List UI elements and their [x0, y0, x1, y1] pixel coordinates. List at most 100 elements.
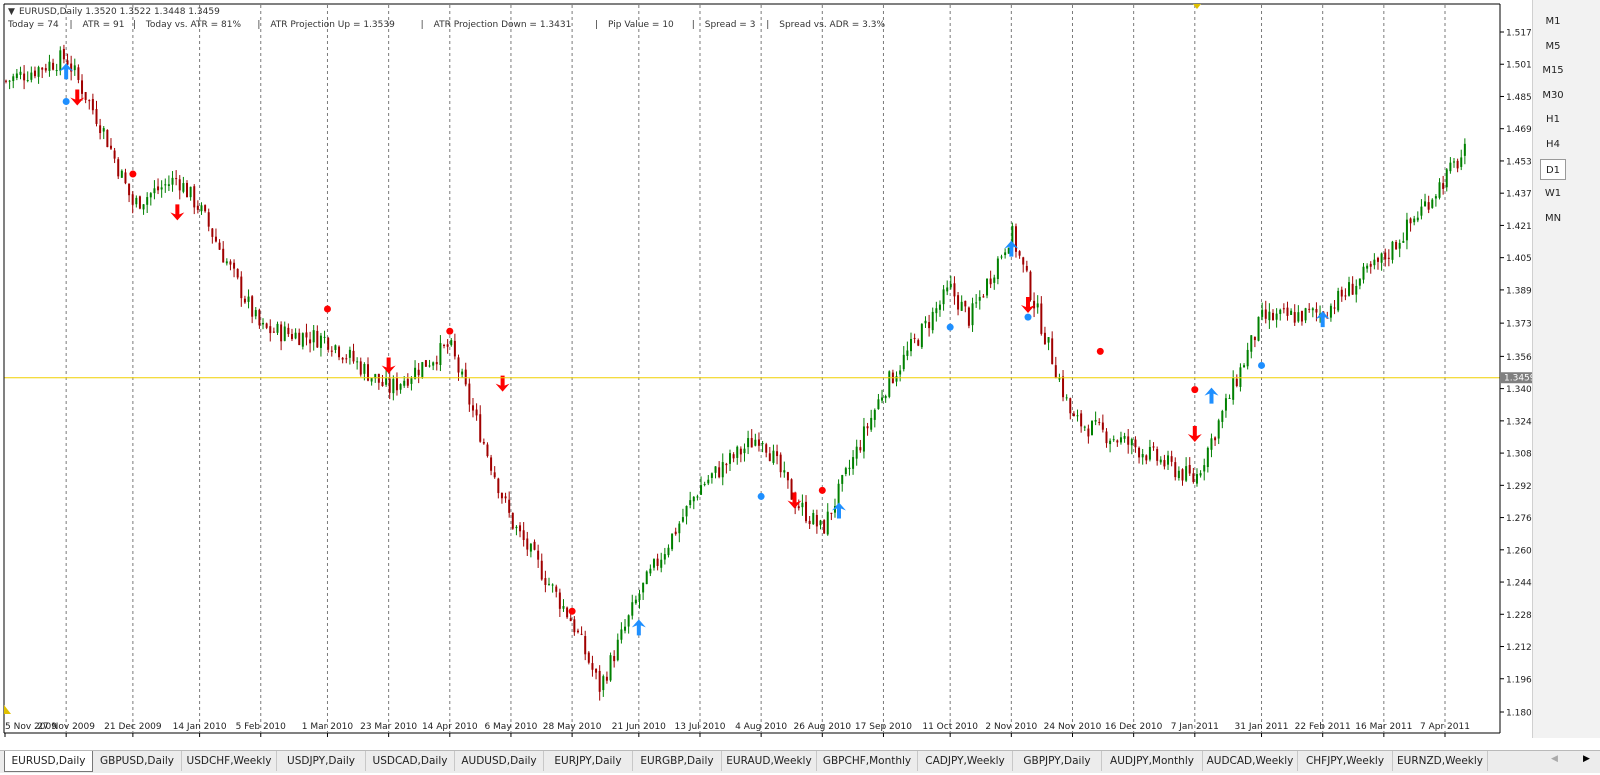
- candle-body: [225, 261, 228, 264]
- chart-tab[interactable]: EURUSD,Daily: [4, 751, 93, 772]
- candle-body: [327, 337, 330, 350]
- candle-body: [254, 310, 257, 317]
- timeframe-h1-button[interactable]: H1: [1540, 109, 1566, 130]
- chart-tab[interactable]: CADJPY,Weekly: [918, 751, 1013, 771]
- candle-body: [1080, 413, 1083, 427]
- candle-body: [986, 279, 989, 296]
- candle-body: [363, 364, 366, 374]
- chart-tab[interactable]: CHFJPY,Weekly: [1298, 751, 1393, 771]
- candle-body: [1413, 218, 1416, 223]
- candle-body: [1134, 439, 1137, 448]
- candle-body: [229, 261, 232, 265]
- candle-body: [1409, 218, 1412, 224]
- tab-scroll-left-icon[interactable]: ◀: [1551, 754, 1558, 764]
- chart-menu-icon[interactable]: ▼: [8, 7, 15, 17]
- chart-tab[interactable]: EURJPY,Daily: [544, 751, 633, 771]
- timeframe-mn-button[interactable]: MN: [1540, 208, 1566, 229]
- chart-tab[interactable]: EURGBP,Daily: [633, 751, 722, 771]
- stat-separator: |: [132, 20, 136, 30]
- chart-tab[interactable]: AUDCAD,Weekly: [1203, 751, 1298, 771]
- price-chart[interactable]: 1.5175 1.5015 1.4855 1.4695 1.4535 1.4375 1.42…: [0, 0, 1532, 738]
- stat-separator: |: [691, 20, 695, 30]
- timeframe-m5-button[interactable]: M5: [1540, 36, 1566, 57]
- chart-tab[interactable]: AUDUSD,Daily: [455, 751, 544, 771]
- time-tick-label: 4 Aug 2010: [735, 722, 787, 732]
- candle-body: [739, 448, 742, 455]
- candle-body: [124, 172, 127, 184]
- timeframe-w1-button[interactable]: W1: [1540, 183, 1566, 204]
- candle-body: [1054, 365, 1057, 379]
- timeframe-m30-button[interactable]: M30: [1540, 85, 1566, 106]
- candle-body: [1210, 438, 1213, 450]
- chart-tab[interactable]: EURAUD,Weekly: [722, 751, 817, 771]
- candle-body: [214, 236, 217, 242]
- chart-tab[interactable]: USDCHF,Weekly: [182, 751, 277, 771]
- candle-body: [414, 367, 417, 379]
- candle-body: [1250, 335, 1253, 352]
- candle-body: [1043, 332, 1046, 345]
- candle-body: [652, 559, 655, 568]
- timeframe-m1-button[interactable]: M1: [1540, 11, 1566, 32]
- chart-tab[interactable]: AUDJPY,Monthly: [1102, 751, 1203, 771]
- price-tick-label: 1.4375: [1506, 190, 1532, 200]
- candle-body: [1380, 253, 1383, 263]
- candle-body: [8, 80, 11, 82]
- candle-body: [696, 496, 699, 498]
- chart-tab[interactable]: USDJPY,Daily: [277, 751, 366, 771]
- candle-body: [1018, 251, 1021, 256]
- price-tick-label: 1.3730: [1506, 320, 1532, 330]
- candle-body: [334, 345, 337, 350]
- candle-body: [84, 92, 87, 100]
- timeframe-m15-button[interactable]: M15: [1540, 60, 1566, 81]
- tab-scroll-right-icon[interactable]: ▶: [1583, 754, 1590, 764]
- time-tick-label: 13 Jul 2010: [675, 722, 726, 732]
- candle-body: [66, 60, 69, 65]
- candle-body: [508, 499, 511, 513]
- timeframe-d1-button[interactable]: D1: [1540, 158, 1566, 180]
- candle-body: [1387, 257, 1390, 259]
- candle-body: [352, 350, 355, 362]
- candle-body: [475, 409, 478, 416]
- candle-body: [761, 443, 764, 445]
- candle-body: [873, 409, 876, 420]
- candle-body: [848, 467, 851, 470]
- candle-body: [580, 633, 583, 635]
- chart-tab[interactable]: EURNZD,Weekly: [1393, 751, 1488, 771]
- candle-body: [251, 296, 254, 317]
- candle-body: [1344, 295, 1347, 297]
- candle-body: [395, 377, 398, 391]
- candle-body: [815, 514, 818, 527]
- candle-body: [330, 350, 333, 352]
- candle-body: [19, 71, 22, 75]
- chart-tab[interactable]: GBPJPY,Daily: [1013, 751, 1102, 771]
- candle-body: [1460, 157, 1463, 167]
- candle-body: [1293, 312, 1296, 323]
- candle-body: [1456, 160, 1459, 169]
- candle-body: [200, 205, 203, 212]
- candle-body: [73, 65, 76, 71]
- candle-body: [819, 520, 822, 526]
- candle-body: [1358, 278, 1361, 286]
- candle-body: [645, 571, 648, 585]
- timeframe-h4-button[interactable]: H4: [1540, 134, 1566, 155]
- candle-body: [703, 484, 706, 486]
- candle-body: [421, 362, 424, 378]
- candle-body: [1351, 283, 1354, 295]
- time-tick-label: 11 Oct 2010: [922, 722, 978, 732]
- candle-body: [247, 296, 250, 302]
- candle-body: [776, 451, 779, 457]
- chart-tab[interactable]: GBPCHF,Monthly: [817, 751, 918, 771]
- current-price-value: 1.3459: [1504, 374, 1532, 384]
- chart-tab[interactable]: USDCAD,Daily: [366, 751, 455, 771]
- candle-body: [841, 475, 844, 484]
- candle-body: [1101, 422, 1104, 430]
- candle-body: [348, 349, 351, 358]
- candle-body: [171, 177, 174, 185]
- chart-tab[interactable]: GBPUSD,Daily: [93, 751, 182, 771]
- stat-separator: |: [69, 20, 73, 30]
- candle-body: [1333, 307, 1336, 309]
- candle-body: [204, 205, 207, 212]
- buy-dot-marker: [757, 492, 765, 500]
- candle-body: [1232, 377, 1235, 400]
- candle-body: [338, 346, 341, 358]
